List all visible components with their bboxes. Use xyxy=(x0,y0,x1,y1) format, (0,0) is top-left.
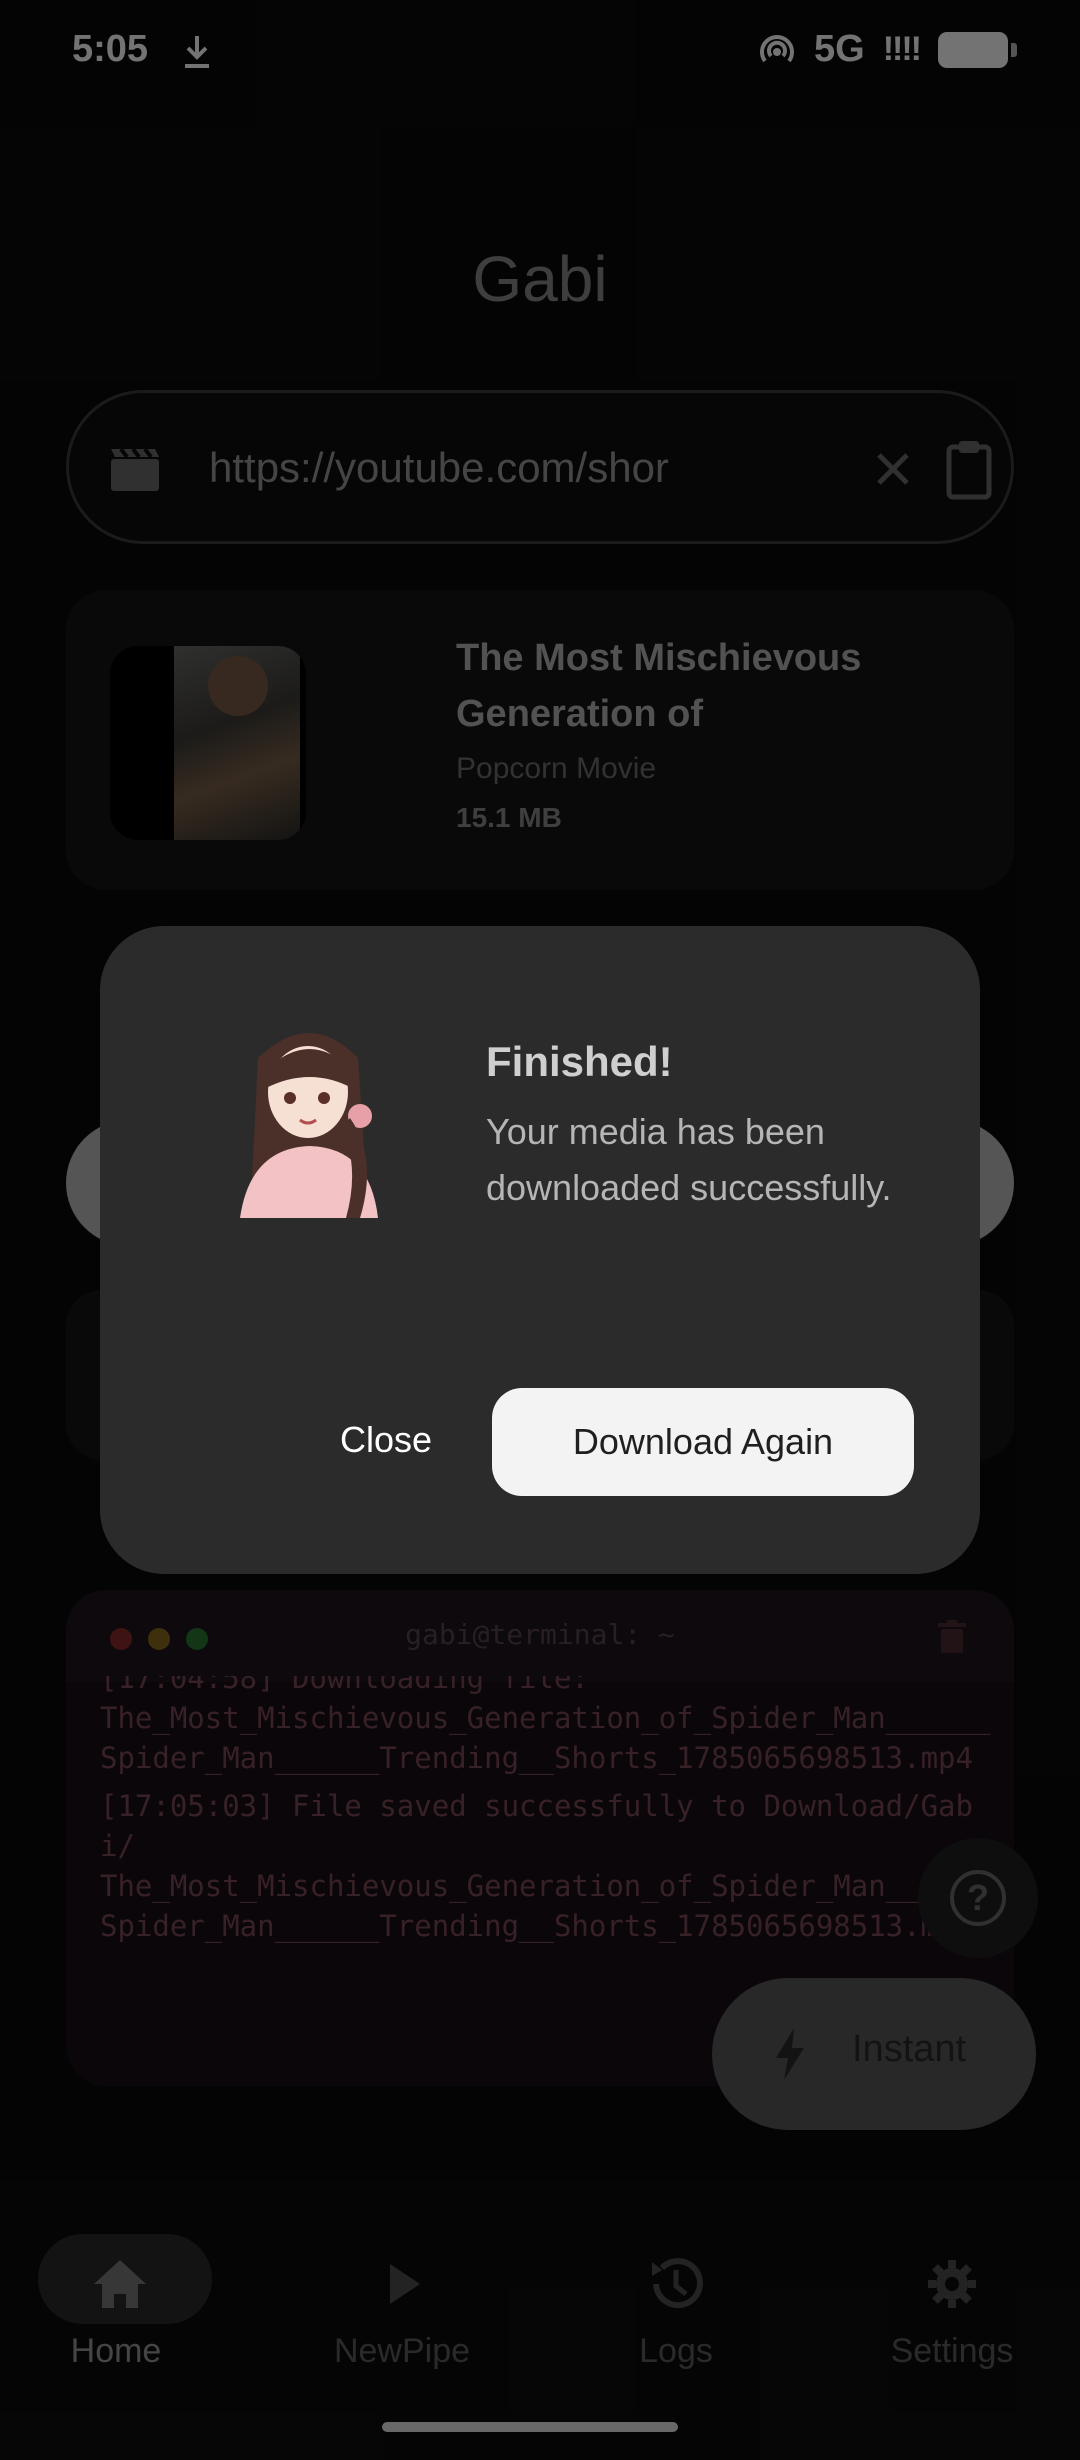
clapperboard-icon xyxy=(111,447,159,491)
media-size: 15.1 MB xyxy=(456,802,562,833)
url-input[interactable] xyxy=(209,433,819,503)
app-title: Gabi xyxy=(472,243,608,315)
close-button[interactable]: Close xyxy=(306,1386,466,1494)
terminal-title: gabi@terminal: ~ xyxy=(405,1618,675,1651)
download-again-button[interactable]: Download Again xyxy=(492,1388,914,1496)
instant-label: Instant xyxy=(852,2028,967,2070)
nav-label-home: Home xyxy=(70,2332,162,2370)
bottom-navigation: Home NewPipe Logs Settings xyxy=(0,2180,1080,2460)
battery-icon xyxy=(938,31,1017,68)
status-indicators: 5G !!!! xyxy=(758,28,1017,71)
nav-label-settings: Settings xyxy=(890,2332,1014,2370)
terminal-partial-text: [17:04:58] Downloading file: xyxy=(100,1676,589,1695)
gear-icon xyxy=(928,2260,976,2308)
nav-item-settings[interactable]: Settings xyxy=(832,2206,1072,2370)
help-button[interactable]: ? xyxy=(918,1838,1038,1958)
play-icon xyxy=(390,2264,420,2304)
media-title: The Most Mischievous Generation of xyxy=(456,637,862,735)
nav-item-newpipe[interactable]: NewPipe xyxy=(282,2206,522,2370)
home-icon xyxy=(94,2260,146,2308)
nav-label-newpipe: NewPipe xyxy=(333,2332,471,2370)
media-channel: Popcorn Movie xyxy=(456,752,657,785)
terminal-line: The_Most_Mischievous_Generation_of_Spide… xyxy=(100,1701,991,1775)
terminal-partial-line: [17:04:58] Downloading file: xyxy=(100,1676,1000,1698)
instant-button[interactable]: Instant xyxy=(712,1978,1036,2130)
lightning-icon xyxy=(776,2028,804,2080)
status-time: 5:05 xyxy=(72,28,149,70)
trash-icon[interactable] xyxy=(938,1620,966,1654)
media-card[interactable]: The Most Mischievous Generation of Popco… xyxy=(66,590,1014,890)
url-field[interactable] xyxy=(66,390,1014,544)
history-icon xyxy=(652,2258,703,2309)
video-thumbnail xyxy=(110,646,306,840)
nav-item-home[interactable]: Home xyxy=(16,2206,256,2370)
thumbnail-face xyxy=(208,656,268,716)
hotspot-icon xyxy=(760,34,794,62)
nav-item-logs[interactable]: Logs xyxy=(556,2206,796,2370)
dialog-title: Finished! xyxy=(486,1038,673,1085)
network-type: 5G xyxy=(814,28,865,70)
terminal-header: gabi@terminal: ~ xyxy=(66,1590,1014,1682)
download-finished-dialog: Finished! Your media has been downloaded… xyxy=(100,926,980,1574)
terminal-line: [17:05:03] File saved successfully to Do… xyxy=(100,1789,991,1943)
dialog-message: Your media has been downloaded successfu… xyxy=(486,1111,892,1208)
anime-girl-illustration xyxy=(240,1033,378,1218)
home-indicator[interactable] xyxy=(382,2422,678,2432)
nav-label-logs: Logs xyxy=(639,2332,713,2370)
help-circle-icon: ? xyxy=(950,1870,1006,1926)
download-arrow-icon xyxy=(185,36,209,68)
terminal-log: The_Most_Mischievous_Generation_of_Spide… xyxy=(100,1698,1000,1954)
signal-icon: !!!! xyxy=(882,30,922,68)
status-bar: 5:05 5G !!!! xyxy=(0,0,1080,104)
close-icon[interactable] xyxy=(863,439,923,499)
clipboard-icon[interactable] xyxy=(939,433,999,505)
